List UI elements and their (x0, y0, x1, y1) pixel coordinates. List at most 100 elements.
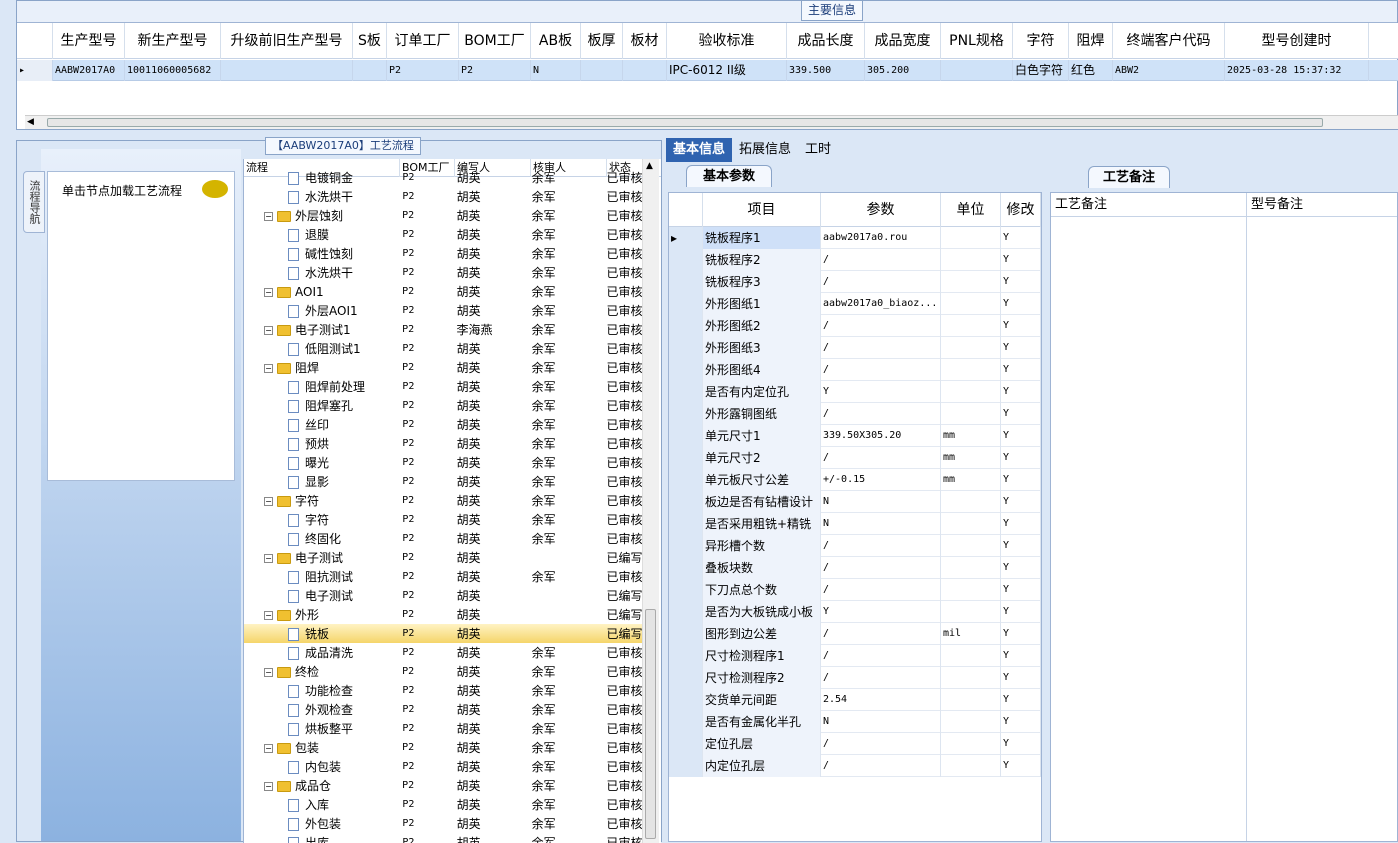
param-value[interactable]: aabw2017a0.rou (821, 227, 941, 249)
table-cell[interactable]: 305.200 (865, 60, 941, 81)
param-row[interactable]: 外形图纸4/ Y (669, 359, 1041, 381)
tree-node[interactable]: 电镀铜金 P2 胡英 余军 已审核 (244, 168, 642, 187)
param-modify[interactable]: Y (1001, 315, 1041, 337)
tree-node[interactable]: − AOI1 P2 胡英 余军 已审核 (244, 282, 642, 301)
tree-node[interactable]: 电子测试 P2 胡英 已编写 (244, 586, 642, 605)
param-unit[interactable] (941, 337, 1001, 359)
param-modify[interactable]: Y (1001, 689, 1041, 711)
param-unit[interactable] (941, 645, 1001, 667)
param-modify[interactable]: Y (1001, 557, 1041, 579)
column-header[interactable]: 型号创建时 (1225, 23, 1369, 59)
scroll-up-icon[interactable]: ▲ (646, 161, 653, 171)
tree-node[interactable]: 内包装 P2 胡英 余军 已审核 (244, 757, 642, 776)
collapse-icon[interactable]: − (264, 497, 273, 506)
table-cell[interactable] (221, 60, 353, 81)
row-indicator[interactable] (669, 579, 703, 601)
row-indicator[interactable] (669, 755, 703, 777)
row-indicator[interactable]: ▸ (17, 60, 53, 81)
tree-node[interactable]: 成品清洗 P2 胡英 余军 已审核 (244, 643, 642, 662)
param-modify[interactable]: Y (1001, 271, 1041, 293)
param-modify[interactable]: Y (1001, 359, 1041, 381)
tree-node[interactable]: 外层AOI1 P2 胡英 余军 已审核 (244, 301, 642, 320)
table-cell[interactable]: 10011060005682 (125, 60, 221, 81)
column-header[interactable]: 订单工厂 (387, 23, 459, 59)
tree-node[interactable]: 外观检查 P2 胡英 余军 已审核 (244, 700, 642, 719)
column-header[interactable]: 板厚 (581, 23, 623, 59)
column-header[interactable]: 字符 (1013, 23, 1069, 59)
param-unit[interactable]: mm (941, 425, 1001, 447)
table-cell[interactable]: N (531, 60, 581, 81)
process-remarks-column[interactable]: 工艺备注 (1051, 193, 1247, 841)
collapse-icon[interactable]: − (264, 212, 273, 221)
param-modify[interactable]: Y (1001, 601, 1041, 623)
tree-node[interactable]: 外包装 P2 胡英 余军 已审核 (244, 814, 642, 833)
column-header[interactable]: PNL规格 (941, 23, 1013, 59)
tree-node[interactable]: − 外形 P2 胡英 已编写 (244, 605, 642, 624)
param-value[interactable]: / (821, 667, 941, 689)
row-indicator[interactable] (669, 733, 703, 755)
param-value[interactable]: Y (821, 601, 941, 623)
param-modify[interactable]: Y (1001, 337, 1041, 359)
row-indicator[interactable] (669, 513, 703, 535)
tree-node[interactable]: − 外层蚀刻 P2 胡英 余军 已审核 (244, 206, 642, 225)
row-indicator[interactable] (669, 315, 703, 337)
param-row[interactable]: 铣板程序3/ Y (669, 271, 1041, 293)
param-row[interactable]: 图形到边公差 / mil Y (669, 623, 1041, 645)
param-unit[interactable] (941, 579, 1001, 601)
param-value[interactable]: / (821, 403, 941, 425)
collapse-icon[interactable]: − (264, 554, 273, 563)
row-indicator[interactable] (669, 249, 703, 271)
tree-node[interactable]: 水洗烘干 P2 胡英 余军 已审核 (244, 263, 642, 282)
tab-extended-info[interactable]: 拓展信息 (732, 138, 798, 162)
row-indicator[interactable] (669, 425, 703, 447)
param-modify[interactable]: Y (1001, 579, 1041, 601)
param-modify[interactable]: Y (1001, 513, 1041, 535)
column-header[interactable]: S板 (353, 23, 387, 59)
param-row[interactable]: ▸ 铣板程序1 aabw2017a0.rou Y (669, 227, 1041, 249)
tree-node[interactable]: 退膜 P2 胡英 余军 已审核 (244, 225, 642, 244)
column-header[interactable]: 终端客户代码 (1113, 23, 1225, 59)
row-indicator[interactable] (669, 535, 703, 557)
table-cell[interactable]: ABW2 (1113, 60, 1225, 81)
param-row[interactable]: 尺寸检测程序1/ Y (669, 645, 1041, 667)
row-indicator[interactable] (669, 337, 703, 359)
param-value[interactable]: N (821, 491, 941, 513)
tree-node[interactable]: 水洗烘干 P2 胡英 余军 已审核 (244, 187, 642, 206)
tree-node[interactable]: 字符 P2 胡英 余军 已审核 (244, 510, 642, 529)
param-value[interactable]: / (821, 579, 941, 601)
tree-vscrollbar[interactable]: ▲ (642, 159, 659, 843)
param-modify[interactable]: Y (1001, 381, 1041, 403)
row-indicator[interactable] (669, 359, 703, 381)
param-value[interactable]: / (821, 535, 941, 557)
param-modify[interactable]: Y (1001, 645, 1041, 667)
column-header[interactable]: 验收标准 (667, 23, 787, 59)
tree-node[interactable]: 丝印 P2 胡英 余军 已审核 (244, 415, 642, 434)
param-value[interactable]: N (821, 513, 941, 535)
param-row[interactable]: 板边是否有钻槽设计 N Y (669, 491, 1041, 513)
tree-node[interactable]: − 成品仓 P2 胡英 余军 已审核 (244, 776, 642, 795)
param-row[interactable]: 外形图纸3/ Y (669, 337, 1041, 359)
collapse-icon[interactable]: − (264, 287, 273, 297)
row-indicator[interactable]: ▸ (669, 227, 703, 249)
tree-node[interactable]: − 阻焊 P2 胡英 余军 已审核 (244, 358, 642, 377)
param-modify[interactable]: Y (1001, 535, 1041, 557)
main-info-row[interactable]: ▸ AABW2017A0 10011060005682 P2 P2 N IPC-6012 I… (17, 60, 1398, 81)
param-unit[interactable] (941, 711, 1001, 733)
table-cell[interactable]: P2 (459, 60, 531, 81)
tree-node[interactable]: 阻焊塞孔 P2 胡英 余军 已审核 (244, 396, 642, 415)
tree-node[interactable]: 曝光 P2 胡英 余军 已审核 (244, 453, 642, 472)
param-unit[interactable] (941, 557, 1001, 579)
param-unit[interactable] (941, 601, 1001, 623)
param-unit[interactable] (941, 271, 1001, 293)
table-cell[interactable]: P2 (387, 60, 459, 81)
param-row[interactable]: 下刀点总个数 / Y (669, 579, 1041, 601)
param-unit[interactable] (941, 315, 1001, 337)
tab-process-remarks[interactable]: 工艺备注 (1088, 166, 1171, 188)
tree-node[interactable]: − 终检 P2 胡英 余军 已审核 (244, 662, 642, 681)
param-value[interactable]: / (821, 733, 941, 755)
param-unit[interactable] (941, 491, 1001, 513)
param-row[interactable]: 单元板尺寸公差 +/-0.15 mm Y (669, 469, 1041, 491)
param-row[interactable]: 铣板程序2/ Y (669, 249, 1041, 271)
param-modify[interactable]: Y (1001, 403, 1041, 425)
row-indicator[interactable] (669, 469, 703, 491)
